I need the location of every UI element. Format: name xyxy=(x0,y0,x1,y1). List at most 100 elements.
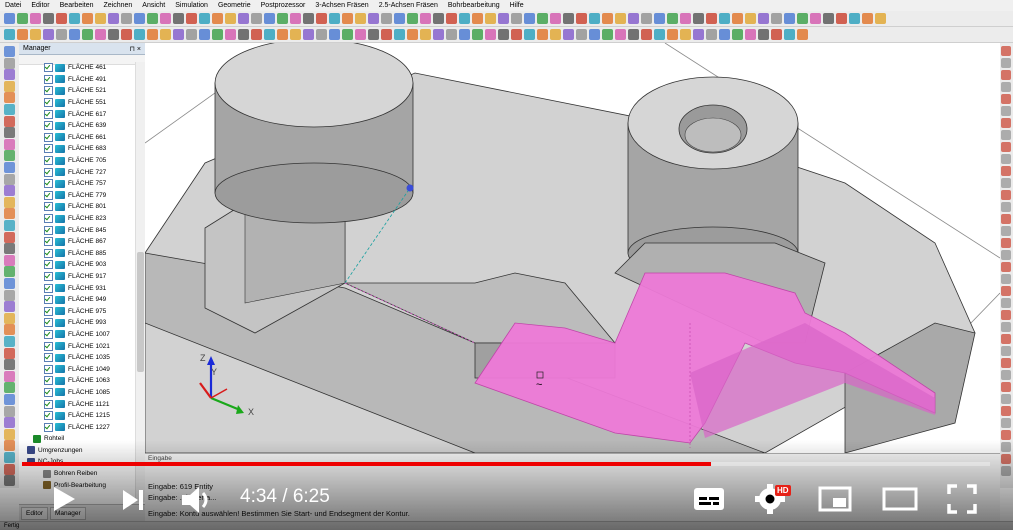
tool-icon[interactable] xyxy=(4,278,15,289)
visibility-checkbox[interactable] xyxy=(44,98,53,108)
visibility-checkbox[interactable] xyxy=(44,271,53,281)
tool-icon[interactable] xyxy=(1001,226,1011,236)
visibility-checkbox[interactable] xyxy=(44,109,53,119)
toolbar-button-icon[interactable] xyxy=(641,13,652,24)
play-icon[interactable] xyxy=(48,484,78,514)
pin-close-icon[interactable]: ⊓ × xyxy=(130,45,142,53)
toolbar-button-icon[interactable] xyxy=(56,13,67,24)
toolbar-button-icon[interactable] xyxy=(693,29,704,40)
tab-editor[interactable]: Editor xyxy=(21,507,48,520)
tool-icon[interactable] xyxy=(1001,406,1011,416)
toolbar-button-icon[interactable] xyxy=(329,13,340,24)
tree-item-face[interactable]: FLÄCHE 993 xyxy=(19,317,135,329)
tool-icon[interactable] xyxy=(4,428,15,440)
tree-item-face[interactable]: FLÄCHE 683 xyxy=(19,143,135,155)
tool-icon[interactable] xyxy=(4,289,15,301)
visibility-checkbox[interactable] xyxy=(44,237,53,247)
toolbar-button-icon[interactable] xyxy=(615,13,626,24)
tree-item-face[interactable]: FLÄCHE 661 xyxy=(19,132,135,144)
toolbar-button-icon[interactable] xyxy=(667,29,678,40)
toolbar-button-icon[interactable] xyxy=(225,13,236,24)
video-progress-bar[interactable] xyxy=(22,462,990,466)
toolbar-button-icon[interactable] xyxy=(121,29,132,40)
toolbar-button-icon[interactable] xyxy=(706,29,717,40)
tree-item-node[interactable]: Bohren Reiben xyxy=(19,468,135,480)
toolbar-button-icon[interactable] xyxy=(30,29,41,40)
tool-icon[interactable] xyxy=(4,104,15,115)
visibility-checkbox[interactable] xyxy=(44,144,53,154)
toolbar-button-icon[interactable] xyxy=(368,29,379,40)
toolbar-button-icon[interactable] xyxy=(550,13,561,24)
toolbar-button-icon[interactable] xyxy=(498,29,509,40)
toolbar-button-icon[interactable] xyxy=(589,29,600,40)
tool-icon[interactable] xyxy=(1001,382,1011,392)
menu-item-7[interactable]: Postprozessor xyxy=(256,0,311,11)
tool-icon[interactable] xyxy=(4,266,15,278)
tool-icon[interactable] xyxy=(1001,454,1011,464)
toolbar-button-icon[interactable] xyxy=(381,13,392,24)
visibility-checkbox[interactable] xyxy=(44,387,53,397)
toolbar-button-icon[interactable] xyxy=(732,29,743,40)
visibility-checkbox[interactable] xyxy=(44,86,53,96)
toolbar-button-icon[interactable] xyxy=(836,13,847,24)
visibility-checkbox[interactable] xyxy=(44,74,53,84)
tree-item-face[interactable]: FLÄCHE 931 xyxy=(19,282,135,294)
visibility-checkbox[interactable] xyxy=(44,364,53,374)
toolbar-button-icon[interactable] xyxy=(797,29,808,40)
toolbar-button-icon[interactable] xyxy=(758,29,769,40)
toolbar-button-icon[interactable] xyxy=(251,29,262,40)
tool-icon[interactable] xyxy=(4,324,15,336)
tool-icon[interactable] xyxy=(4,138,15,150)
toolbar-button-icon[interactable] xyxy=(251,13,262,24)
visibility-checkbox[interactable] xyxy=(44,202,53,212)
toolbar-button-icon[interactable] xyxy=(459,13,470,24)
tool-icon[interactable] xyxy=(4,69,15,81)
tool-icon[interactable] xyxy=(1001,238,1011,248)
menu-item-11[interactable]: Hilfe xyxy=(505,0,529,11)
menu-item-4[interactable]: Ansicht xyxy=(137,0,170,11)
toolbar-button-icon[interactable] xyxy=(238,29,249,40)
tool-icon[interactable] xyxy=(4,405,15,417)
toolbar-button-icon[interactable] xyxy=(472,13,483,24)
menu-item-3[interactable]: Zeichnen xyxy=(99,0,138,11)
toolbar-button-icon[interactable] xyxy=(810,13,821,24)
toolbar-button-icon[interactable] xyxy=(745,29,756,40)
menu-item-1[interactable]: Editor xyxy=(26,0,54,11)
toolbar-button-icon[interactable] xyxy=(303,29,314,40)
toolbar-button-icon[interactable] xyxy=(69,29,80,40)
visibility-checkbox[interactable] xyxy=(44,121,53,131)
visibility-checkbox[interactable] xyxy=(44,214,53,224)
visibility-checkbox[interactable] xyxy=(44,190,53,200)
toolbar-button-icon[interactable] xyxy=(537,13,548,24)
tree-item-face[interactable]: FLÄCHE 1085 xyxy=(19,387,135,399)
toolbar-button-icon[interactable] xyxy=(420,29,431,40)
visibility-checkbox[interactable] xyxy=(44,167,53,177)
visibility-checkbox[interactable] xyxy=(44,318,53,328)
toolbar-button-icon[interactable] xyxy=(511,29,522,40)
3d-viewport[interactable]: ~ Z Y X xyxy=(145,43,1000,453)
tree-item-face[interactable]: FLÄCHE 867 xyxy=(19,236,135,248)
toolbar-button-icon[interactable] xyxy=(407,13,418,24)
miniplayer-icon[interactable] xyxy=(818,486,852,512)
theater-mode-icon[interactable] xyxy=(882,486,918,512)
toolbar-button-icon[interactable] xyxy=(342,29,353,40)
tree-item-face[interactable]: FLÄCHE 949 xyxy=(19,294,135,306)
tool-icon[interactable] xyxy=(1001,202,1011,212)
visibility-checkbox[interactable] xyxy=(44,225,53,235)
tree-item-face[interactable]: FLÄCHE 885 xyxy=(19,248,135,260)
toolbar-button-icon[interactable] xyxy=(550,29,561,40)
toolbar-button-icon[interactable] xyxy=(654,29,665,40)
tool-icon[interactable] xyxy=(1001,58,1011,68)
visibility-checkbox[interactable] xyxy=(44,422,53,432)
toolbar-button-icon[interactable] xyxy=(602,13,613,24)
toolbar-button-icon[interactable] xyxy=(82,29,93,40)
tree-item-face[interactable]: FLÄCHE 617 xyxy=(19,108,135,120)
toolbar-button-icon[interactable] xyxy=(69,13,80,24)
volume-icon[interactable] xyxy=(180,484,218,516)
tool-icon[interactable] xyxy=(4,301,15,313)
toolbar-button-icon[interactable] xyxy=(329,29,340,40)
visibility-checkbox[interactable] xyxy=(44,411,53,421)
toolbar-button-icon[interactable] xyxy=(732,13,743,24)
toolbar-button-icon[interactable] xyxy=(212,13,223,24)
toolbar-button-icon[interactable] xyxy=(95,29,106,40)
